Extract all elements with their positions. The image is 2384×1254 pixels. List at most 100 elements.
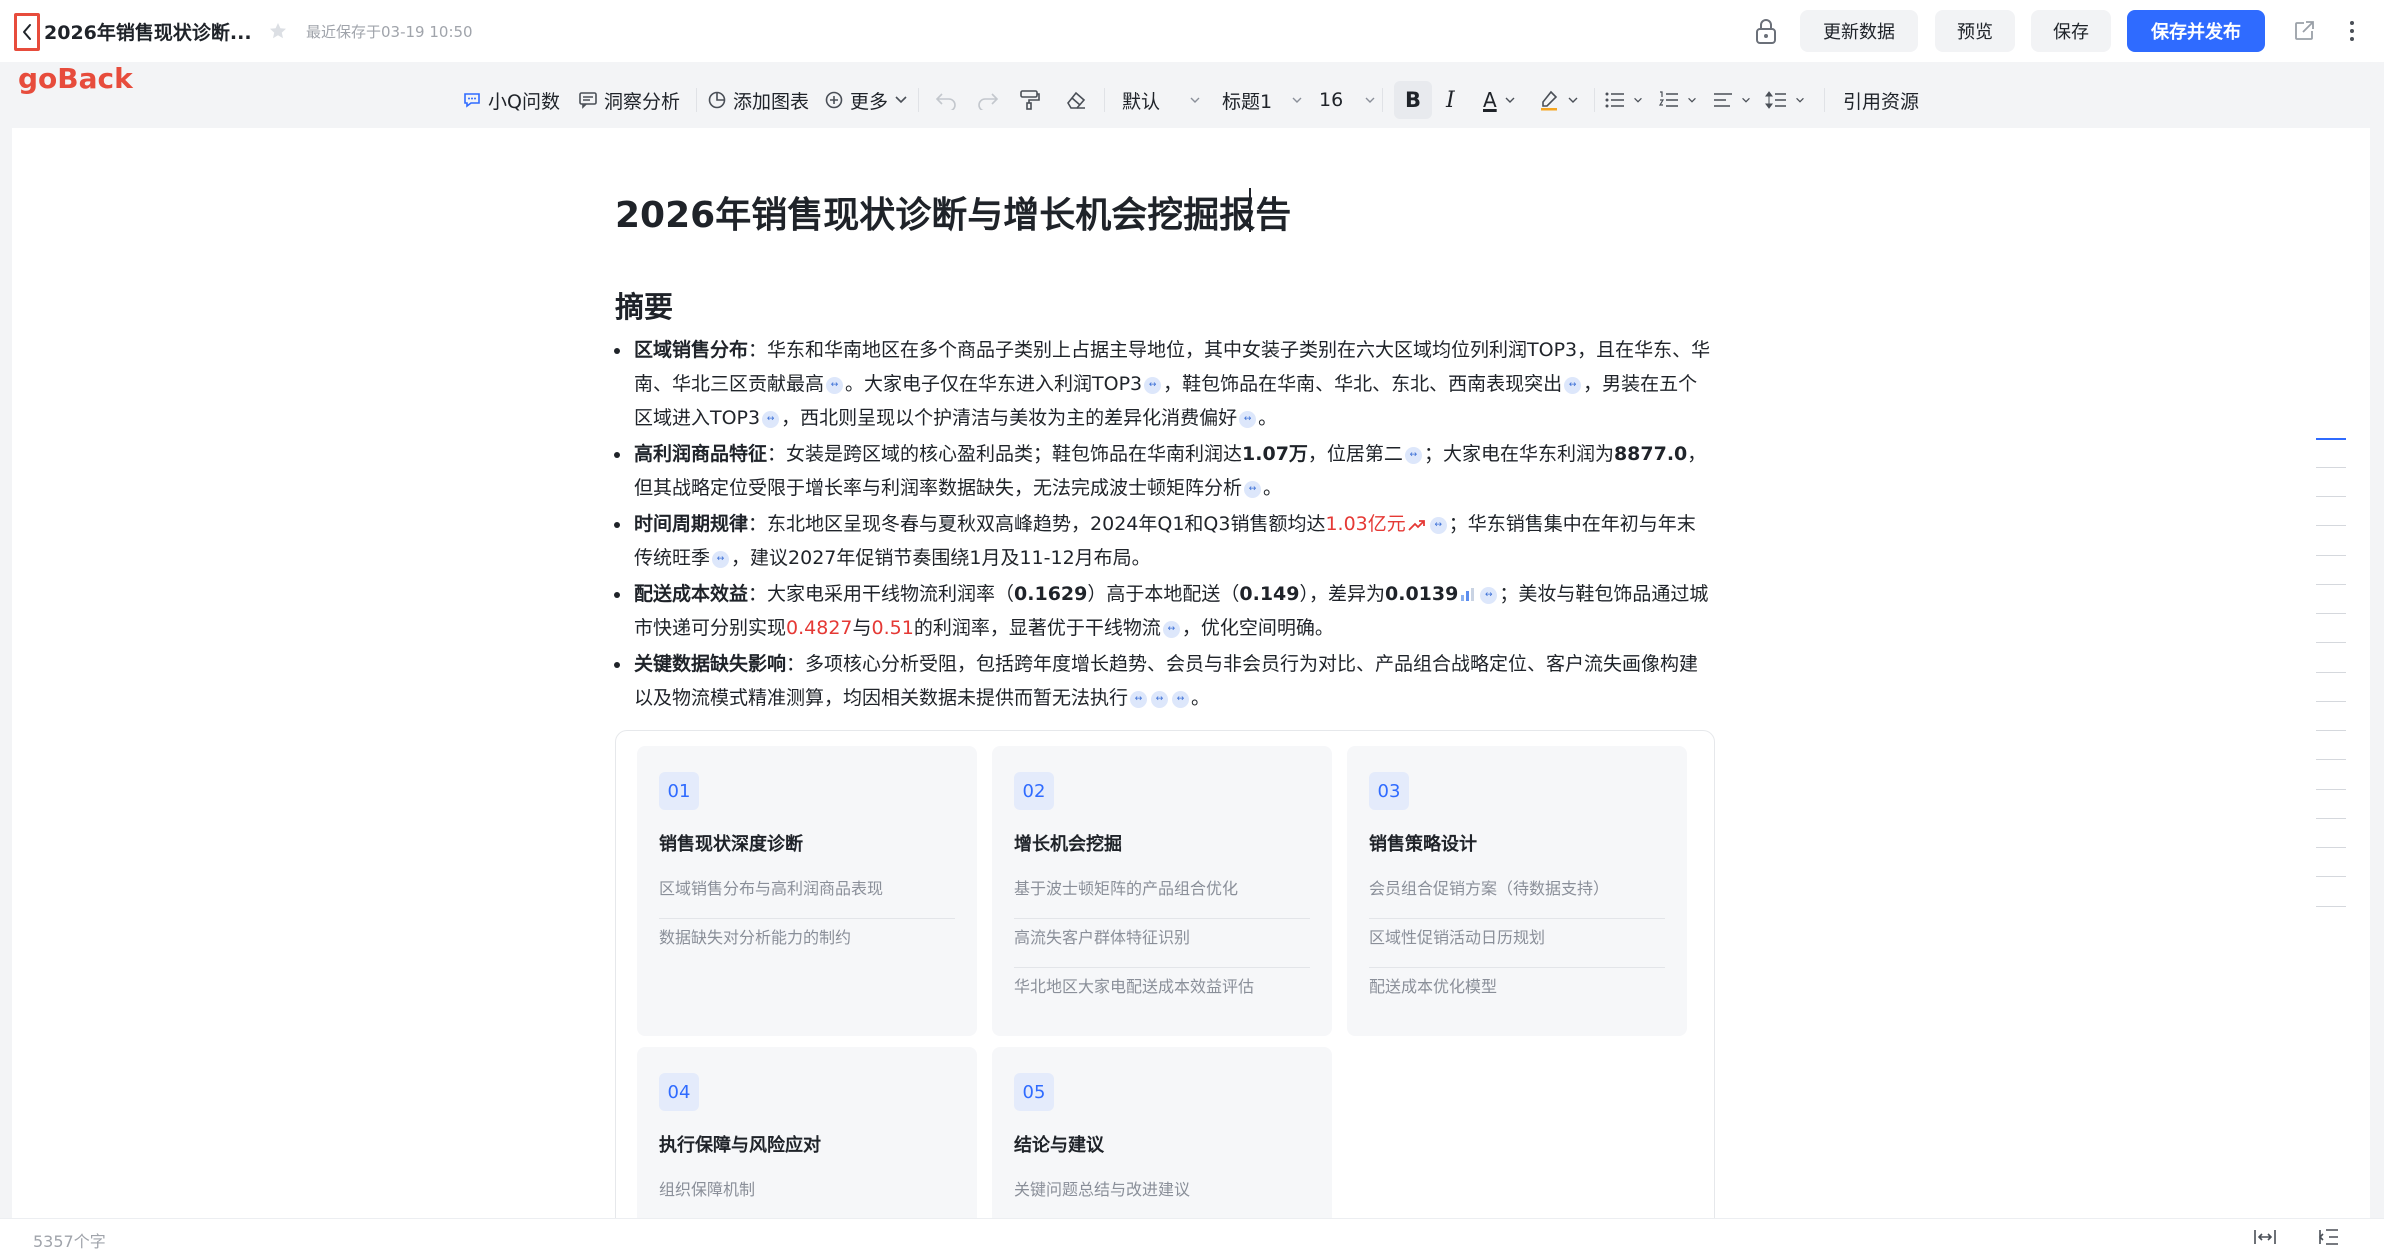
ask-data-button[interactable]: 小Q问数 xyxy=(462,78,560,122)
bullet-list-button[interactable] xyxy=(1604,78,1644,122)
clear-format-button[interactable] xyxy=(1064,78,1088,122)
chevron-down-icon xyxy=(1688,97,1696,103)
summary-heading[interactable]: 摘要 xyxy=(615,284,673,326)
list-item[interactable]: 配送成本效益：大家电采用干线物流利润率（0.1629）高于本地配送（0.149）… xyxy=(612,577,1712,645)
outline-rail-marker[interactable] xyxy=(2316,525,2346,526)
add-chart-button[interactable]: 添加图表 xyxy=(707,78,809,122)
citation-icon[interactable]: ↔ xyxy=(1172,691,1190,708)
trend-up-icon xyxy=(1408,520,1425,531)
more-menu-button[interactable]: 更多 xyxy=(824,78,908,122)
outline-rail-marker[interactable] xyxy=(2316,642,2346,643)
outline-rail-marker[interactable] xyxy=(2316,672,2346,673)
citation-icon[interactable]: ↔ xyxy=(1404,447,1422,464)
fit-width-icon[interactable] xyxy=(2253,1227,2277,1247)
document-title[interactable]: 2026年销售现状诊断与增长机会挖掘报告 xyxy=(615,186,1291,238)
outline-rail-marker[interactable] xyxy=(2316,847,2346,848)
list-item[interactable]: 时间周期规律：东北地区呈现冬春与夏秋双高峰趋势，2024年Q1和Q3销售额均达1… xyxy=(612,507,1712,575)
outline-rail-marker[interactable] xyxy=(2316,906,2346,907)
chevron-down-icon xyxy=(895,96,907,104)
table-of-contents-icon[interactable] xyxy=(2318,1227,2340,1247)
bullet-text: 与 xyxy=(852,617,872,639)
card-item: 区域性促销活动日历规划 xyxy=(1369,919,1665,968)
citation-icon[interactable]: ↔ xyxy=(1162,621,1180,638)
bullet-label: 高利润商品特征 xyxy=(634,443,768,465)
star-icon[interactable] xyxy=(268,21,288,41)
outline-rail-marker[interactable] xyxy=(2316,730,2346,731)
outline-card[interactable]: 01 销售现状深度诊断 区域销售分布与高利润商品表现 数据缺失对分析能力的制约 xyxy=(637,746,977,1036)
citation-icon[interactable]: ↔ xyxy=(762,411,780,428)
outline-card[interactable]: 02 增长机会挖掘 基于波士顿矩阵的产品组合优化 高流失客户群体特征识别 华北地… xyxy=(992,746,1332,1036)
outline-rail-marker[interactable] xyxy=(2316,818,2346,819)
outline-rail-marker[interactable] xyxy=(2316,438,2346,440)
highlight-button[interactable] xyxy=(1538,78,1580,122)
save-button[interactable]: 保存 xyxy=(2031,10,2111,52)
save-publish-button[interactable]: 保存并发布 xyxy=(2127,10,2265,52)
bullet-label: 关键数据缺失影响 xyxy=(634,653,787,675)
outline-rail-marker[interactable] xyxy=(2316,759,2346,760)
format-painter-icon xyxy=(1020,90,1040,110)
list-item[interactable]: 关键数据缺失影响：多项核心分析受阻，包括跨年度增长趋势、会员与非会员行为对比、产… xyxy=(612,647,1712,715)
references-button[interactable]: 引用资源 xyxy=(1843,78,1919,122)
back-button[interactable] xyxy=(14,13,40,51)
bold-button[interactable]: B xyxy=(1394,81,1432,119)
citation-icon[interactable]: ↔ xyxy=(1144,377,1162,394)
lock-icon[interactable] xyxy=(1753,17,1779,45)
font-color-button[interactable]: A xyxy=(1483,78,1517,122)
outline-card[interactable]: 04 执行保障与风险应对 组织保障机制 xyxy=(637,1047,977,1247)
undo-button[interactable] xyxy=(934,78,958,122)
font-size-select[interactable]: 16 xyxy=(1319,78,1377,122)
card-title: 执行保障与风险应对 xyxy=(659,1135,821,1156)
card-item: 数据缺失对分析能力的制约 xyxy=(659,928,852,947)
font-family-select[interactable]: 默认 xyxy=(1122,78,1202,122)
outline-block[interactable]: 01 销售现状深度诊断 区域销售分布与高利润商品表现 数据缺失对分析能力的制约 … xyxy=(615,730,1715,1247)
citation-icon[interactable]: ↔ xyxy=(1239,411,1257,428)
redo-button[interactable] xyxy=(976,78,1000,122)
italic-button[interactable]: I xyxy=(1446,78,1455,122)
insight-analysis-button[interactable]: 洞察分析 xyxy=(578,78,680,122)
toolbar-divider xyxy=(696,88,697,112)
card-number: 01 xyxy=(659,772,699,810)
citation-icon[interactable]: ↔ xyxy=(1564,377,1582,394)
align-button[interactable] xyxy=(1712,78,1752,122)
preview-button[interactable]: 预览 xyxy=(1935,10,2015,52)
chat-bubble-icon xyxy=(464,93,480,108)
card-item: 会员组合促销方案（待数据支持） xyxy=(1369,870,1665,919)
outline-rail-marker[interactable] xyxy=(2316,584,2346,585)
outline-rail-marker[interactable] xyxy=(2316,613,2346,614)
citation-icon[interactable]: ↔ xyxy=(1244,481,1262,498)
card-items: 基于波士顿矩阵的产品组合优化 高流失客户群体特征识别 华北地区大家电配送成本效益… xyxy=(1014,870,1310,1017)
card-title: 销售现状深度诊断 xyxy=(659,834,803,855)
card-item: 关键问题总结与改进建议 xyxy=(1014,1180,1191,1199)
outline-rail-marker[interactable] xyxy=(2316,555,2346,556)
outline-rail-marker[interactable] xyxy=(2316,701,2346,702)
chevron-down-icon xyxy=(1742,97,1750,103)
outline-card[interactable]: 03 销售策略设计 会员组合促销方案（待数据支持） 区域性促销活动日历规划 配送… xyxy=(1347,746,1687,1036)
outline-rail-marker[interactable] xyxy=(2316,496,2346,497)
outline-rail-marker[interactable] xyxy=(2316,876,2346,877)
outline-card[interactable]: 05 结论与建议 关键问题总结与改进建议 xyxy=(992,1047,1332,1247)
editor-toolbar: 小Q问数 洞察分析 添加图表 更多 默认 标题1 16 B I A 引用资源 xyxy=(0,78,2384,122)
toolbar-divider xyxy=(1382,88,1383,112)
citation-icon[interactable]: ↔ xyxy=(1429,517,1447,534)
outline-rail-marker[interactable] xyxy=(2316,467,2346,468)
citation-icon[interactable]: ↔ xyxy=(1480,587,1498,604)
list-item[interactable]: 高利润商品特征：女装是跨区域的核心盈利品类；鞋包饰品在华南利润达1.07万，位居… xyxy=(612,437,1712,505)
heading-select[interactable]: 标题1 xyxy=(1222,78,1304,122)
text-caret xyxy=(1249,188,1251,232)
numbered-list-button[interactable] xyxy=(1658,78,1698,122)
list-item[interactable]: 区域销售分布：华东和华南地区在多个商品子类别上占据主导地位，其中女装子类别在六大… xyxy=(612,333,1712,435)
summary-list: 区域销售分布：华东和华南地区在多个商品子类别上占据主导地位，其中女装子类别在六大… xyxy=(612,333,1712,717)
update-data-button[interactable]: 更新数据 xyxy=(1800,10,1918,52)
plus-circle-icon xyxy=(825,91,843,109)
outline-rail-marker[interactable] xyxy=(2316,789,2346,790)
pie-chart-icon xyxy=(708,91,726,109)
citation-icon[interactable]: ↔ xyxy=(1130,691,1148,708)
citation-icon[interactable]: ↔ xyxy=(826,377,844,394)
more-menu-label: 更多 xyxy=(850,90,889,113)
line-height-button[interactable] xyxy=(1764,78,1806,122)
share-icon[interactable] xyxy=(2292,19,2316,43)
format-painter-button[interactable] xyxy=(1018,78,1042,122)
more-vertical-icon[interactable] xyxy=(2346,18,2358,44)
citation-icon[interactable]: ↔ xyxy=(1151,691,1169,708)
citation-icon[interactable]: ↔ xyxy=(712,551,730,568)
